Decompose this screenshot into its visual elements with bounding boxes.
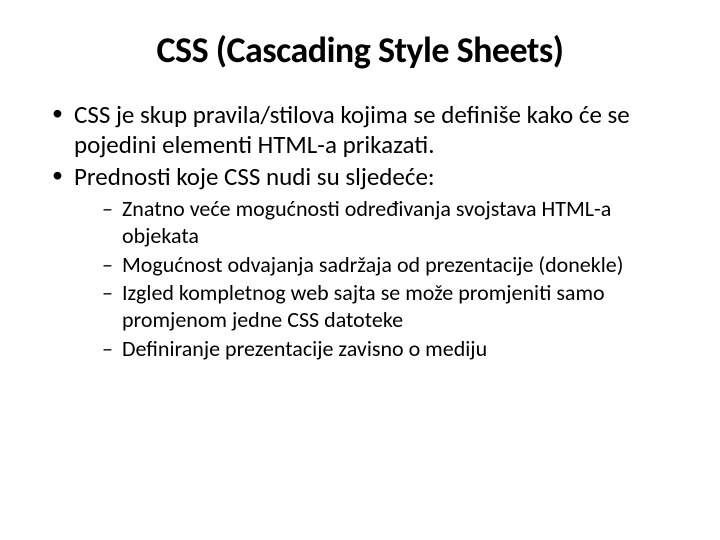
list-item: Definiranje prezentacije zavisno o medij… [102,336,684,363]
list-item: Znatno veće mogućnosti određivanja svojs… [102,196,684,250]
list-item: Prednosti koje CSS nudi su sljedeće: Zna… [52,162,684,363]
list-item: Izgled kompletnog web sajta se može prom… [102,280,684,334]
list-item: Mogućnost odvajanja sadržaja od prezenta… [102,252,684,279]
slide-title: CSS (Cascading Style Sheets) [36,28,684,72]
sub-bullet-text: Znatno veće mogućnosti određivanja svojs… [122,195,611,249]
sub-bullet-text: Definiranje prezentacije zavisno o medij… [122,335,487,362]
bullet-text: CSS je skup pravila/stilova kojima se de… [74,99,630,160]
bullet-text: Prednosti koje CSS nudi su sljedeće: [74,161,435,192]
bullet-list: CSS je skup pravila/stilova kojima se de… [36,100,684,363]
sub-bullet-text: Mogućnost odvajanja sadržaja od prezenta… [122,251,623,278]
list-item: CSS je skup pravila/stilova kojima se de… [52,100,684,160]
sub-bullet-text: Izgled kompletnog web sajta se može prom… [122,279,605,333]
sub-bullet-list: Znatno veće mogućnosti određivanja svojs… [74,196,684,363]
